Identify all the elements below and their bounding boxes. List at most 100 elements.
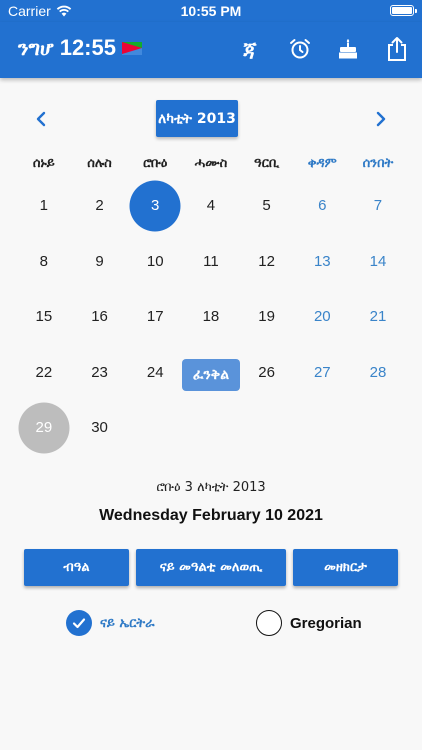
day-cell[interactable]: 5 xyxy=(239,178,295,234)
date-converter-button[interactable]: ናይ መዓልቲ መለወጢ xyxy=(136,549,286,586)
chevron-left-icon xyxy=(36,111,46,127)
day-cell[interactable]: 22 xyxy=(16,345,72,401)
status-time: 10:55 PM xyxy=(180,3,242,19)
day-number: 26 xyxy=(258,363,275,381)
gregorian-date-label: Wednesday February 10 2021 xyxy=(99,507,323,524)
day-number: 24 xyxy=(146,363,164,381)
chevron-right-icon xyxy=(376,111,386,127)
day-cell[interactable]: 26 xyxy=(239,345,295,401)
day-number: 20 xyxy=(313,308,331,326)
next-month-button[interactable] xyxy=(371,109,391,129)
day-number: 8 xyxy=(39,252,49,270)
ethiopic-letter-icon: ጃ xyxy=(243,37,257,61)
day-number: 21 xyxy=(369,308,387,326)
month-selector-button[interactable]: ለካቲት 2013 xyxy=(156,100,238,137)
day-cell[interactable]: 16 xyxy=(72,289,128,345)
empty-day-cell xyxy=(183,400,239,456)
day-cell[interactable]: 11 xyxy=(183,234,239,290)
day-cell[interactable]: 21 xyxy=(350,289,406,345)
day-number: 18 xyxy=(202,308,220,326)
day-number: 15 xyxy=(35,308,53,326)
weekday-label: ሰሉስ xyxy=(87,156,112,171)
eritrean-radio[interactable] xyxy=(66,610,92,636)
calendar-nav: ለካቲት 2013 xyxy=(0,100,422,138)
day-number: 1 xyxy=(39,197,49,215)
day-number: 14 xyxy=(369,252,387,270)
status-bar: Carrier 10:55 PM xyxy=(0,0,422,22)
day-cell[interactable]: 9 xyxy=(72,234,128,290)
day-cell[interactable]: 18 xyxy=(183,289,239,345)
day-cell[interactable]: 15 xyxy=(16,289,72,345)
day-cell[interactable]: 2 xyxy=(72,178,128,234)
day-number: 23 xyxy=(91,363,108,381)
share-button[interactable] xyxy=(384,36,410,62)
day-grid: 1 2 3 4 5 6 7 8 9 10 11 12 13 14 15 16 17 18 19 20 21 22 23 24 2… xyxy=(16,178,406,456)
day-number: 4 xyxy=(206,197,216,215)
gregorian-radio[interactable] xyxy=(256,610,282,636)
calendar-week-row: 1 2 3 4 5 6 7 xyxy=(16,178,406,234)
day-number: 12 xyxy=(258,252,275,270)
eritrean-radio-label: ናይ ኤርትራ xyxy=(100,615,155,631)
day-number: 7 xyxy=(373,197,383,215)
day-number: 11 xyxy=(203,252,219,270)
holiday-button[interactable]: ብዓል xyxy=(24,549,129,586)
eritrea-flag-icon xyxy=(121,41,142,55)
day-cell[interactable]: 4 xyxy=(183,178,239,234)
reminder-button[interactable]: መዘክርታ xyxy=(293,549,398,586)
day-number: 13 xyxy=(313,252,331,270)
alarm-clock-icon xyxy=(290,39,310,59)
alarm-button[interactable] xyxy=(287,36,313,62)
day-cell[interactable]: 20 xyxy=(294,289,350,345)
day-cell[interactable]: 3 xyxy=(127,178,183,234)
day-cell[interactable]: 28 xyxy=(350,345,406,401)
check-icon xyxy=(72,618,86,629)
app-title: ንግሆ 12:55 xyxy=(18,35,142,61)
birthday-button[interactable] xyxy=(335,36,361,62)
eritrean-calendar-option[interactable]: ናይ ኤርትራ xyxy=(66,609,155,637)
day-number: 30 xyxy=(91,419,108,437)
day-cell[interactable]: 23 xyxy=(72,345,128,401)
prev-month-button[interactable] xyxy=(31,109,51,129)
ethiopic-letter-button[interactable]: ጃ xyxy=(237,36,263,62)
day-number: 28 xyxy=(369,363,387,381)
app-clock: 12:55 xyxy=(59,35,116,60)
gregorian-calendar-option[interactable]: Gregorian xyxy=(256,609,362,637)
weekday-label: ሰኑይ xyxy=(32,156,55,171)
ethiopian-date-label: ሮቡዕ 3 ለካቲት 2013 xyxy=(156,480,266,495)
birthday-cake-icon xyxy=(339,39,357,59)
day-cell[interactable]: 12 xyxy=(239,234,295,290)
day-cell[interactable]: 29 xyxy=(16,400,72,456)
day-number: 2 xyxy=(95,197,104,215)
day-cell[interactable]: 10 xyxy=(127,234,183,290)
empty-day-cell xyxy=(294,400,350,456)
day-number: 19 xyxy=(258,308,275,326)
battery-icon xyxy=(390,5,417,16)
day-cell[interactable]: 13 xyxy=(294,234,350,290)
day-cell[interactable]: 8 xyxy=(16,234,72,290)
day-cell[interactable]: 19 xyxy=(239,289,295,345)
app-bar: ንግሆ 12:55 ጃ xyxy=(0,22,422,78)
day-number: 29 xyxy=(35,419,53,437)
day-number: 6 xyxy=(318,197,327,215)
day-cell[interactable]: 6 xyxy=(294,178,350,234)
gregorian-radio-label: Gregorian xyxy=(290,614,362,632)
weekday-label: ሰንበት xyxy=(362,156,394,171)
calendar-week-row: 29 30 xyxy=(16,400,406,456)
weekday-label: ዓርቢ xyxy=(254,156,280,171)
day-cell[interactable]: 1 xyxy=(16,178,72,234)
empty-day-cell xyxy=(350,400,406,456)
day-number: 22 xyxy=(35,363,53,381)
day-cell[interactable]: 17 xyxy=(127,289,183,345)
day-cell[interactable]: 30 xyxy=(72,400,128,456)
day-cell[interactable]: 24 xyxy=(127,345,183,401)
day-number: 27 xyxy=(313,363,331,381)
day-number: 5 xyxy=(262,197,271,215)
day-cell[interactable]: 14 xyxy=(350,234,406,290)
day-number: 10 xyxy=(146,252,164,270)
day-cell[interactable]: 27 xyxy=(294,345,350,401)
day-cell[interactable]: 7 xyxy=(350,178,406,234)
weekday-label: ሓሙስ xyxy=(194,156,228,171)
weekday-label: ቀዳም xyxy=(307,156,337,171)
calendar-week-row: 15 16 17 18 19 20 21 xyxy=(16,289,406,345)
share-icon xyxy=(388,37,406,61)
